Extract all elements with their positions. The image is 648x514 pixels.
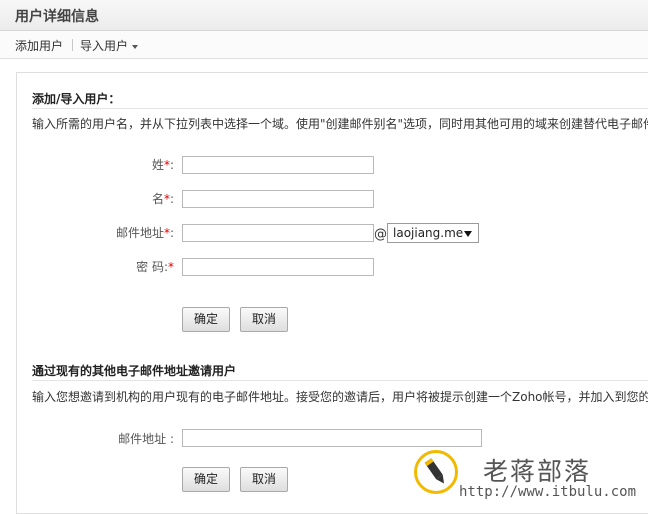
dropdown-arrow-icon [464, 231, 472, 237]
label-colon: : [169, 158, 174, 172]
toolbar-divider [72, 39, 73, 51]
pencil-icon [424, 458, 445, 484]
invite-cancel-button[interactable]: 取消 [240, 467, 288, 492]
first-name-label-text: 名 [151, 192, 164, 206]
label-colon: : [169, 192, 174, 206]
password-input[interactable] [182, 258, 374, 276]
required-mark: * [168, 260, 174, 274]
last-name-input[interactable] [182, 156, 374, 174]
invite-email-input[interactable] [182, 429, 482, 447]
content-panel [16, 72, 648, 514]
invite-confirm-button[interactable]: 确定 [182, 467, 230, 492]
invite-email-label: 邮件地址 : [118, 432, 174, 446]
toolbar: 添加用户 导入用户 [0, 31, 648, 59]
watermark-logo-icon [414, 450, 458, 494]
section-divider [32, 108, 648, 109]
password-label-text: 密 码: [136, 260, 168, 274]
invite-section-title: 通过现有的其他电子邮件地址邀请用户 [32, 364, 237, 378]
label-colon: : [169, 226, 174, 240]
domain-value: laojiang.me [393, 226, 464, 240]
add-section-title: 添加/导入用户： [32, 92, 121, 106]
domain-select[interactable]: laojiang.me [387, 223, 479, 243]
confirm-button[interactable]: 确定 [182, 307, 230, 332]
page-title: 用户详细信息 [15, 9, 99, 25]
cancel-button[interactable]: 取消 [240, 307, 288, 332]
last-name-label-text: 姓 [151, 158, 164, 172]
email-input[interactable] [182, 224, 374, 242]
chevron-down-icon [132, 44, 139, 49]
import-user-menu[interactable]: 导入用户 [80, 37, 139, 54]
at-sign: @ [374, 227, 387, 242]
first-name-input[interactable] [182, 190, 374, 208]
password-label: 密 码:* [120, 258, 174, 275]
email-label-text: 邮件地址 [115, 226, 164, 240]
first-name-label: 名*: [120, 190, 174, 207]
watermark-brand: 老蒋部落 [483, 457, 592, 486]
add-user-tab[interactable]: 添加用户 [15, 37, 63, 54]
invite-section-description: 输入您想邀请到机构的用户现有的电子邮件地址。接受您的邀请后，用户将被提示创建一个… [32, 390, 648, 404]
email-label: 邮件地址*: [100, 224, 174, 241]
title-bar: 用户详细信息 [0, 0, 648, 31]
add-section-description: 输入所需的用户名，并从下拉列表中选择一个域。使用"创建邮件别名"选项，同时用其他… [32, 117, 648, 131]
section-divider [32, 380, 648, 381]
last-name-label: 姓*: [120, 156, 174, 173]
import-user-label: 导入用户 [80, 39, 129, 53]
watermark-url: http://www.itbulu.com [459, 484, 637, 500]
